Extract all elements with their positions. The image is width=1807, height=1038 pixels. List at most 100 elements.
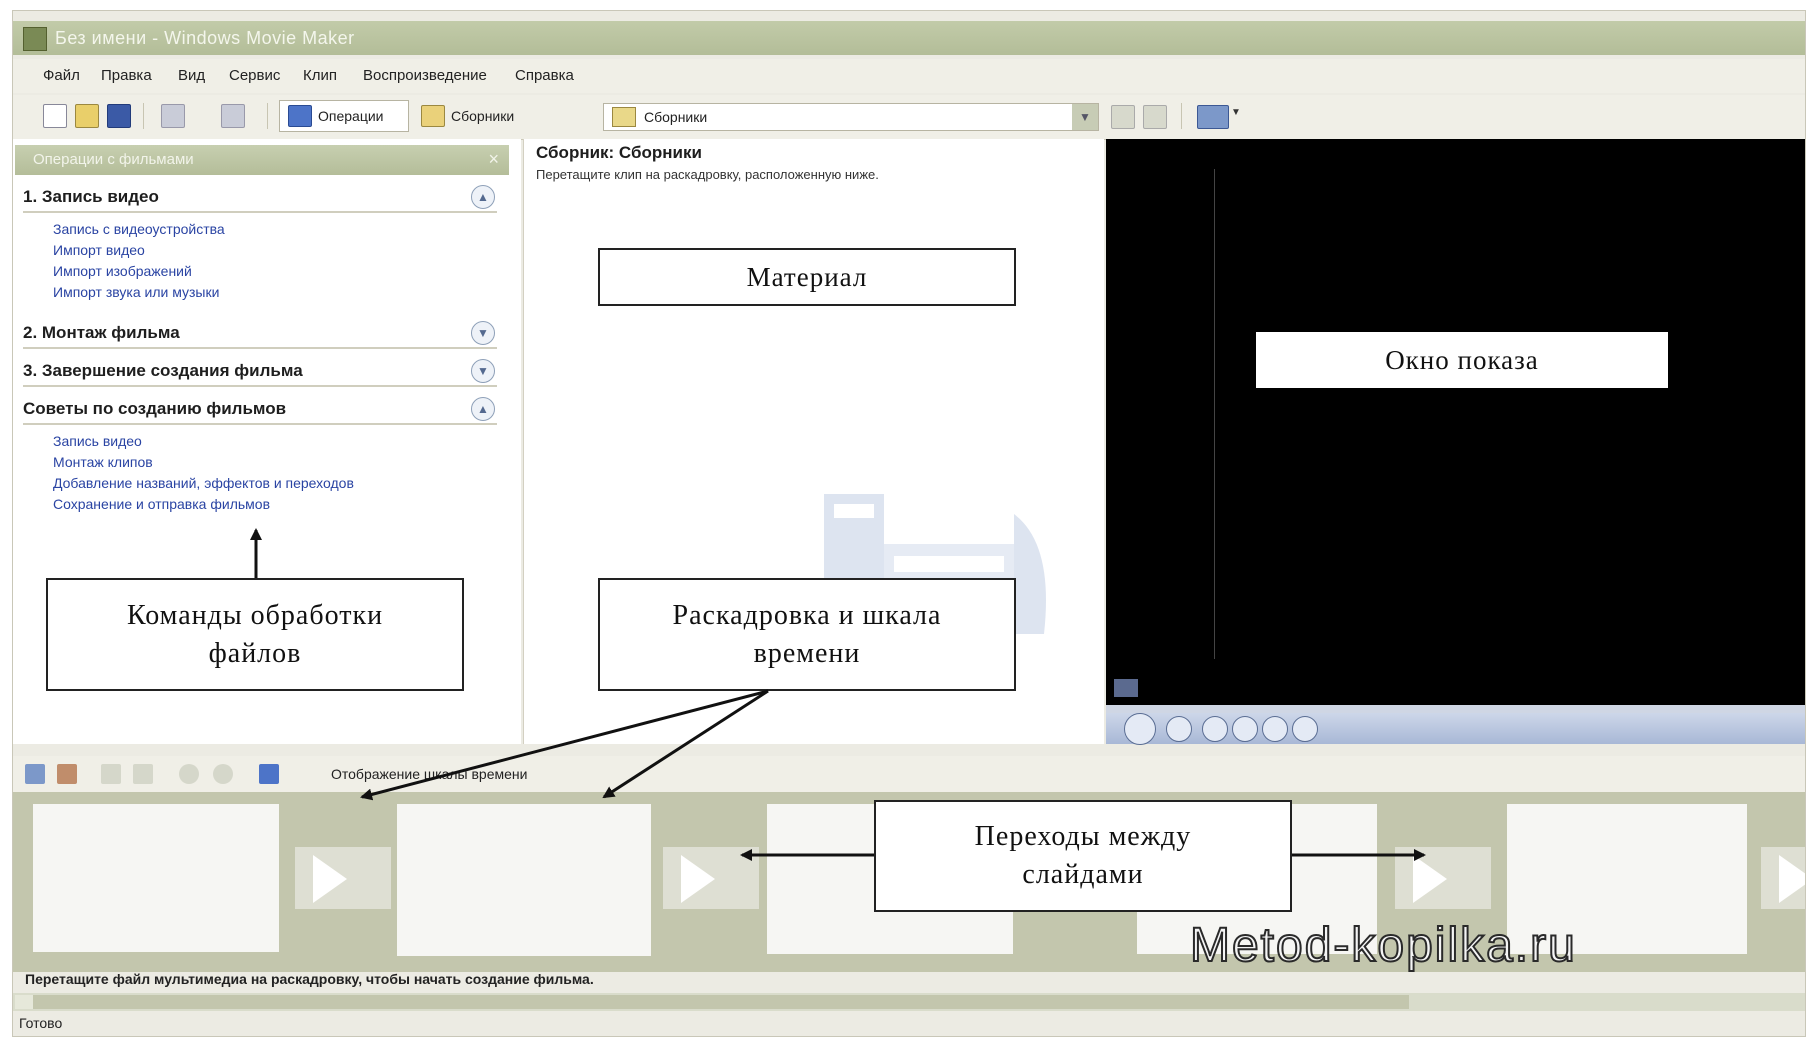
chevron-up-icon[interactable]: ▲ [471, 185, 495, 209]
views-dropdown-icon[interactable]: ▼ [1231, 107, 1241, 118]
storyboard-label-line1: Раскадровка и шкала [672, 599, 942, 631]
views-icon[interactable] [1197, 105, 1229, 129]
preview-window-label: Окно показа [1385, 344, 1539, 375]
scrollbar-thumb[interactable] [15, 995, 1409, 1009]
chevron-down-icon[interactable]: ▼ [1072, 104, 1098, 130]
preview-divider [1214, 169, 1215, 659]
storyboard-label-line2: времени [753, 637, 861, 669]
collection-subtitle: Перетащите клип на раскадровку, располож… [536, 167, 879, 182]
site-watermark: Metod-kopilka.ru [1189, 918, 1577, 973]
timeline-view-icon[interactable] [259, 764, 279, 784]
preview-window-label-box: Окно показа [1256, 332, 1668, 388]
transitions-label-box: Переходы между слайдами [874, 800, 1292, 912]
status-text: Готово [19, 1015, 63, 1031]
title-bar: Без имени - Windows Movie Maker [13, 21, 1805, 55]
link-import-audio[interactable]: Импорт звука или музыки [53, 284, 219, 300]
toolbar-separator [267, 103, 268, 129]
storyboard-toolbar: Отображение шкалы времени [13, 756, 1805, 792]
transition-slot[interactable] [663, 847, 759, 909]
operations-icon [288, 105, 312, 127]
arrow-right-icon [313, 855, 347, 903]
play-icon[interactable] [1124, 713, 1156, 745]
undo-icon[interactable] [161, 104, 185, 128]
transitions-label-line2: слайдами [1022, 859, 1144, 890]
new-project-icon[interactable] [43, 104, 67, 128]
collection-title: Сборник: Сборники [536, 143, 702, 162]
zoom-in-icon[interactable] [101, 764, 121, 784]
menu-edit[interactable]: Правка [101, 67, 152, 84]
stop-icon[interactable] [1166, 716, 1192, 742]
transition-slot[interactable] [1395, 847, 1491, 909]
storyboard-icon[interactable] [25, 764, 45, 784]
forward-icon[interactable] [1262, 716, 1288, 742]
play-storyboard-icon[interactable] [213, 764, 233, 784]
rewind-icon[interactable] [179, 764, 199, 784]
collection-select[interactable]: Сборники ▼ [603, 103, 1099, 131]
storyboard-scrollbar[interactable] [13, 993, 1805, 1011]
window-title: Без имени - Windows Movie Maker [55, 28, 355, 48]
link-tip-titles-effects[interactable]: Добавление названий, эффектов и переходо… [53, 475, 354, 491]
scroll-left-icon[interactable] [15, 995, 33, 1009]
open-project-icon[interactable] [75, 104, 99, 128]
seek-bar[interactable] [1106, 705, 1805, 713]
back-icon[interactable] [1232, 716, 1258, 742]
section-capture-video[interactable]: 1. Запись видео ▲ [23, 183, 497, 213]
menu-bar: Файл Правка Вид Сервис Клип Воспроизведе… [13, 59, 1805, 93]
zoom-out-icon[interactable] [133, 764, 153, 784]
link-capture-device[interactable]: Запись с видеоустройства [53, 221, 225, 237]
arrow-right-icon [1413, 855, 1447, 903]
section-movie-tips[interactable]: Советы по созданию фильмов ▲ [23, 395, 497, 425]
show-timeline-toggle[interactable]: Отображение шкалы времени [331, 766, 527, 782]
menu-tools[interactable]: Сервис [229, 67, 280, 84]
link-tip-save-send[interactable]: Сохранение и отправка фильмов [53, 496, 270, 512]
operations-button[interactable]: Операции [279, 100, 409, 132]
commands-label-line1: Команды обработки [126, 599, 384, 631]
section-finish-movie[interactable]: 3. Завершение создания фильма ▼ [23, 357, 497, 387]
storyboard-slot[interactable] [397, 804, 651, 956]
material-label-box: Материал [598, 248, 1016, 306]
save-project-icon[interactable] [107, 104, 131, 128]
chevron-down-icon[interactable]: ▼ [471, 359, 495, 383]
storyboard-hint: Перетащите файл мультимедиа на раскадров… [25, 971, 594, 987]
app-icon [23, 27, 47, 51]
new-collection-icon[interactable] [1143, 105, 1167, 129]
menu-file[interactable]: Файл [43, 67, 80, 84]
link-tip-edit-clips[interactable]: Монтаж клипов [53, 454, 153, 470]
collection-folder-icon [612, 107, 636, 127]
link-import-video[interactable]: Импорт видео [53, 242, 145, 258]
status-bar: Готово [13, 1011, 1805, 1036]
split-clip-icon[interactable] [1114, 679, 1138, 697]
commands-label-box: Команды обработки файлов [46, 578, 464, 691]
section-title: 2. Монтаж фильма [23, 323, 180, 342]
menu-playback[interactable]: Воспроизведение [363, 67, 487, 84]
folder-icon [421, 105, 445, 127]
playback-controls [1106, 713, 1805, 745]
transition-slot[interactable] [295, 847, 391, 909]
link-tip-capture[interactable]: Запись видео [53, 433, 142, 449]
up-folder-icon[interactable] [1111, 105, 1135, 129]
redo-icon[interactable] [221, 104, 245, 128]
commands-label-line2: файлов [208, 637, 302, 669]
section-title: Советы по созданию фильмов [23, 399, 287, 418]
menu-help[interactable]: Справка [515, 67, 574, 84]
chevron-up-icon[interactable]: ▲ [471, 397, 495, 421]
task-pane-title: Операции с фильмами [33, 151, 194, 168]
arrow-right-icon [1779, 855, 1805, 903]
previous-frame-icon[interactable] [1202, 716, 1228, 742]
menu-view[interactable]: Вид [178, 67, 205, 84]
toolbar-separator [143, 103, 144, 129]
menu-clip[interactable]: Клип [303, 67, 337, 84]
next-frame-icon[interactable] [1292, 716, 1318, 742]
storyboard-slot[interactable] [33, 804, 279, 952]
chevron-down-icon[interactable]: ▼ [471, 321, 495, 345]
collections-button[interactable]: Сборники [413, 100, 533, 132]
section-edit-movie[interactable]: 2. Монтаж фильма ▼ [23, 319, 497, 349]
narrate-icon[interactable] [57, 764, 77, 784]
storyboard-label-box: Раскадровка и шкала времени [598, 578, 1016, 691]
operations-label: Операции [318, 108, 384, 124]
transition-slot[interactable] [1761, 847, 1805, 909]
toolbar-separator [1181, 103, 1182, 129]
collection-select-value: Сборники [644, 109, 708, 125]
close-icon[interactable]: × [488, 149, 499, 170]
link-import-pictures[interactable]: Импорт изображений [53, 263, 192, 279]
